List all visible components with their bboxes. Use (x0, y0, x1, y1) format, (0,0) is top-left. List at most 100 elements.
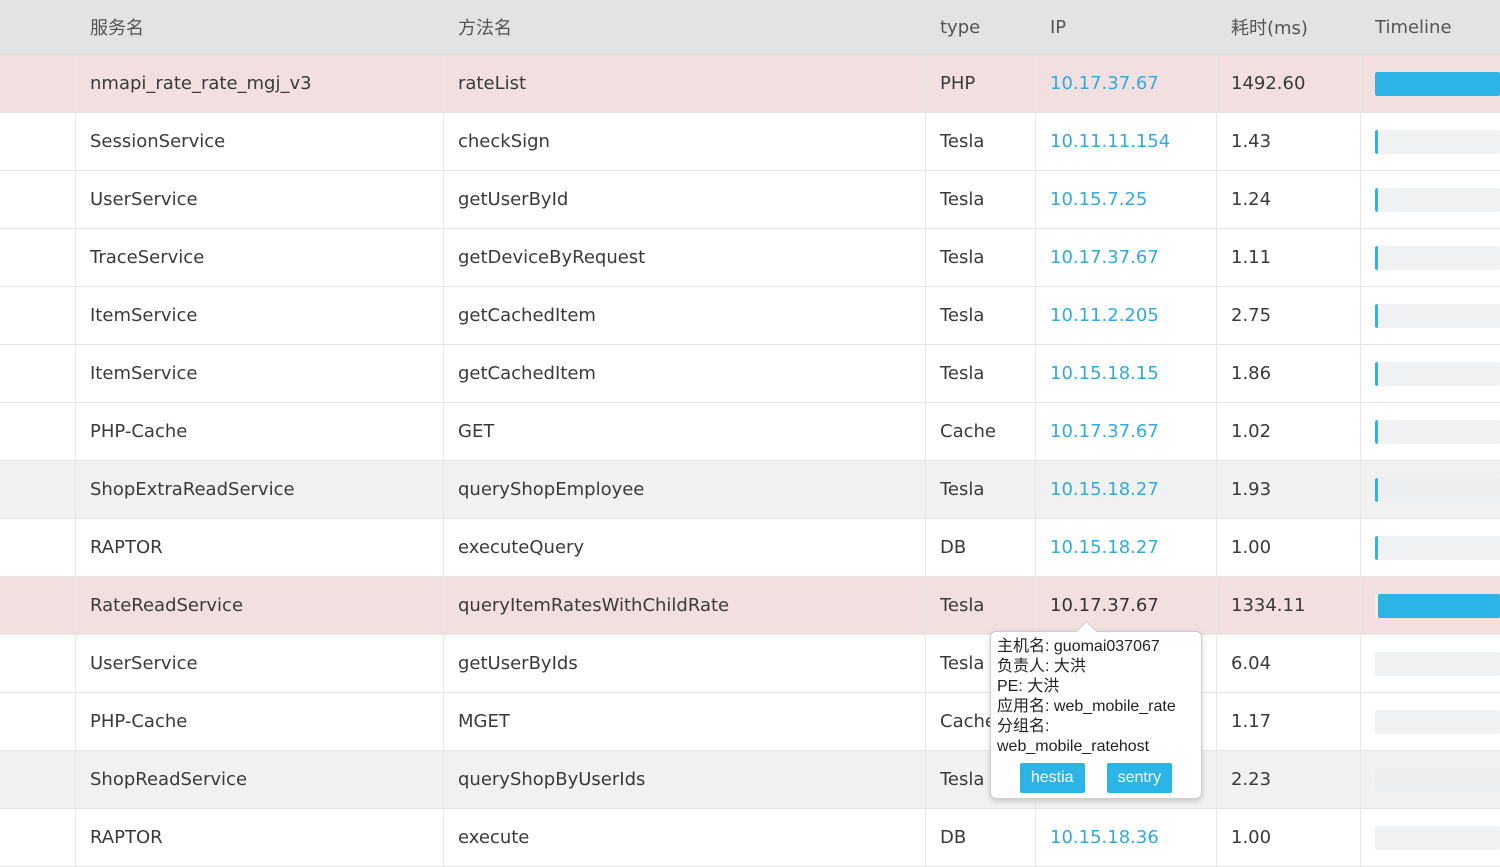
ip-cell[interactable]: 10.17.37.67 (1050, 403, 1210, 460)
column-divider (443, 519, 444, 576)
table-row[interactable]: nmapi_rate_rate_mgj_v3 rateList PHP 10.17.3… (0, 55, 1500, 113)
ip-cell[interactable]: 10.15.7.25 (1050, 171, 1210, 228)
ip-cell[interactable]: 10.11.2.205 (1050, 287, 1210, 344)
type-cell: Tesla (940, 363, 985, 384)
column-divider (443, 577, 444, 634)
method-name-cell: queryShopEmployee (458, 479, 645, 500)
column-header-duration[interactable]: 耗时(ms) (1231, 0, 1351, 54)
column-divider (925, 229, 926, 286)
timeline-bar[interactable] (1375, 72, 1500, 96)
duration-cell: 1.86 (1231, 363, 1272, 384)
column-header-type[interactable]: type (940, 0, 1030, 54)
service-name-cell: RAPTOR (90, 537, 163, 558)
ip-cell[interactable]: 10.15.18.27 (1050, 461, 1210, 518)
table-row[interactable]: PHP-Cache MGET Cache 1.17 (0, 693, 1500, 751)
column-divider (443, 693, 444, 750)
column-divider (75, 577, 76, 634)
column-divider (1216, 577, 1217, 634)
timeline-bar[interactable] (1375, 246, 1378, 270)
ip-cell[interactable]: 10.17.37.67 (1050, 229, 1210, 286)
service-name-cell: ShopReadService (90, 769, 248, 790)
timeline-bar[interactable] (1375, 362, 1378, 386)
timeline-bar[interactable] (1375, 478, 1378, 502)
column-divider (1360, 229, 1361, 286)
column-divider (75, 751, 76, 808)
column-divider (1216, 751, 1217, 808)
column-divider (1216, 345, 1217, 402)
timeline-bar[interactable] (1375, 130, 1378, 154)
column-divider (925, 345, 926, 402)
timeline-cell (1375, 229, 1500, 286)
ip-cell[interactable]: 10.17.37.67 (1050, 55, 1210, 112)
table-row[interactable]: ItemService getCachedItem Tesla 10.11.2.205… (0, 287, 1500, 345)
timeline-track (1375, 594, 1500, 618)
column-divider (1360, 519, 1361, 576)
timeline-track (1375, 130, 1500, 154)
column-divider (1035, 519, 1036, 576)
ip-cell[interactable]: 10.15.18.27 (1050, 519, 1210, 576)
table-row[interactable]: RateReadService queryItemRatesWithChildRa… (0, 577, 1500, 635)
table-row[interactable]: PHP-Cache GET Cache 10.17.37.67 1.02 (0, 403, 1500, 461)
column-header-service[interactable]: 服务名 (90, 0, 440, 54)
column-divider (75, 171, 76, 228)
column-divider (1035, 229, 1036, 286)
table-row[interactable]: TraceService getDeviceByRequest Tesla 10.17… (0, 229, 1500, 287)
sentry-button[interactable]: sentry (1106, 763, 1173, 793)
service-name-cell: PHP-Cache (90, 711, 188, 732)
method-name-cell: getDeviceByRequest (458, 247, 646, 268)
column-divider (443, 751, 444, 808)
method-name-cell: getUserByIds (458, 653, 578, 674)
column-divider (1216, 55, 1217, 112)
ip-cell[interactable]: 10.15.18.15 (1050, 345, 1210, 402)
timeline-bar[interactable] (1375, 304, 1378, 328)
method-name-cell: queryItemRatesWithChildRate (458, 595, 730, 616)
timeline-track (1375, 768, 1500, 792)
service-name-cell: ShopExtraReadService (90, 479, 295, 500)
table-row[interactable]: ShopReadService queryShopByUserIds Tesla 2.… (0, 751, 1500, 809)
column-divider (75, 287, 76, 344)
service-name-cell: RateReadService (90, 595, 244, 616)
table-row[interactable]: UserService getUserByIds Tesla 6.04 (0, 635, 1500, 693)
method-name-cell: getCachedItem (458, 305, 596, 326)
column-header-timeline[interactable]: Timeline (1375, 0, 1500, 54)
table-row[interactable]: RAPTOR execute DB 10.15.18.36 1.00 (0, 809, 1500, 867)
table-row[interactable]: RAPTOR executeQuery DB 10.15.18.27 1.00 (0, 519, 1500, 577)
duration-cell: 1.17 (1231, 711, 1272, 732)
table-row[interactable]: UserService getUserById Tesla 10.15.7.25 1.2… (0, 171, 1500, 229)
column-divider (925, 461, 926, 518)
timeline-bar[interactable] (1375, 536, 1378, 560)
table-header: 服务名 方法名 type IP 耗时(ms) Timeline (0, 0, 1500, 55)
timeline-cell (1375, 171, 1500, 228)
service-name-cell: TraceService (90, 247, 205, 268)
method-name-cell: checkSign (458, 131, 550, 152)
type-cell: Tesla (940, 595, 985, 616)
table-row[interactable]: ItemService getCachedItem Tesla 10.15.18.15… (0, 345, 1500, 403)
column-divider (1360, 461, 1361, 518)
service-name-cell: ItemService (90, 363, 198, 384)
ip-cell[interactable]: 10.17.37.67 (1050, 577, 1210, 634)
table-row[interactable]: SessionService checkSign Tesla 10.11.11.154… (0, 113, 1500, 171)
timeline-bar[interactable] (1375, 420, 1378, 444)
timeline-cell (1375, 577, 1500, 634)
column-divider (1035, 345, 1036, 402)
table-row[interactable]: ShopExtraReadService queryShopEmployee Tes… (0, 461, 1500, 519)
hestia-button[interactable]: hestia (1019, 763, 1085, 793)
column-divider (925, 113, 926, 170)
timeline-track (1375, 536, 1500, 560)
ip-cell[interactable]: 10.11.11.154 (1050, 113, 1210, 170)
timeline-bar[interactable] (1378, 594, 1500, 618)
type-cell: Cache (940, 421, 996, 442)
column-divider (1035, 403, 1036, 460)
column-divider (443, 635, 444, 692)
column-header-ip[interactable]: IP (1050, 0, 1210, 54)
column-divider (1360, 403, 1361, 460)
column-divider (1360, 751, 1361, 808)
column-header-method[interactable]: 方法名 (458, 0, 918, 54)
timeline-bar[interactable] (1375, 188, 1378, 212)
tooltip-group-name: web_mobile_ratehost (997, 738, 1150, 755)
column-divider (443, 113, 444, 170)
column-divider (1216, 229, 1217, 286)
column-divider (1035, 287, 1036, 344)
column-divider (1035, 461, 1036, 518)
type-cell: Tesla (940, 247, 985, 268)
